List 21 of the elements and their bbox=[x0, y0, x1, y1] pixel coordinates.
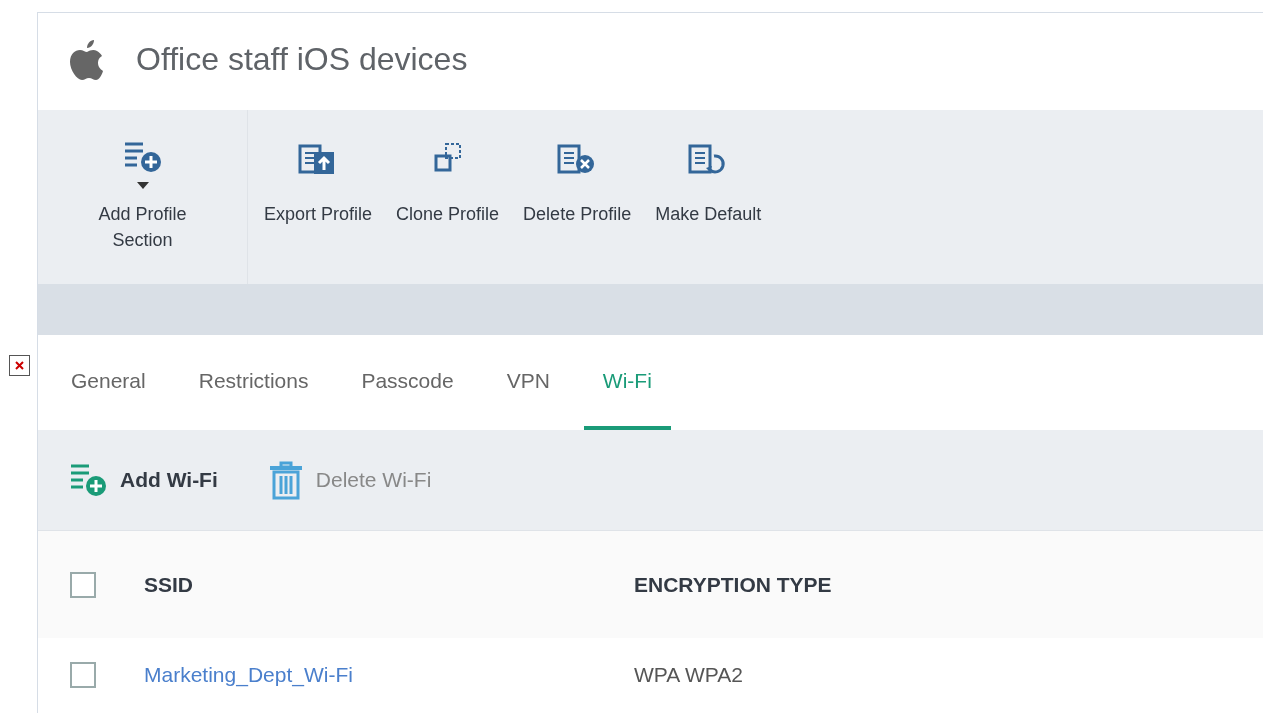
add-wifi-button[interactable]: Add Wi-Fi bbox=[70, 463, 218, 497]
column-header: SSID bbox=[144, 572, 194, 597]
checkbox[interactable] bbox=[70, 661, 96, 688]
column-header: ENCRYPTION TYPE bbox=[634, 572, 832, 597]
toolbar-button[interactable]: Clone Profile bbox=[384, 110, 512, 284]
toolbar-button[interactable]: Export Profile bbox=[252, 110, 385, 284]
tab[interactable]: Restrictions bbox=[179, 335, 328, 430]
toolbar-button[interactable]: Delete Profile bbox=[511, 110, 644, 284]
trash-icon bbox=[267, 459, 304, 501]
apple-icon bbox=[68, 37, 106, 82]
tab[interactable]: VPN bbox=[487, 335, 569, 430]
table-cell: WPA WPA2 bbox=[634, 662, 743, 687]
checkbox[interactable] bbox=[70, 571, 96, 598]
tab[interactable]: General bbox=[52, 335, 165, 430]
tab[interactable]: Passcode bbox=[342, 335, 473, 430]
list-plus-icon bbox=[70, 463, 108, 497]
caret-icon bbox=[136, 182, 149, 189]
ssid-link[interactable]: Marketing_Dept_Wi-Fi bbox=[144, 662, 634, 687]
broken-image-icon bbox=[9, 355, 31, 377]
toolbar-button[interactable]: Make Default bbox=[643, 110, 774, 284]
page-title: Office staff iOS devices bbox=[136, 41, 468, 78]
